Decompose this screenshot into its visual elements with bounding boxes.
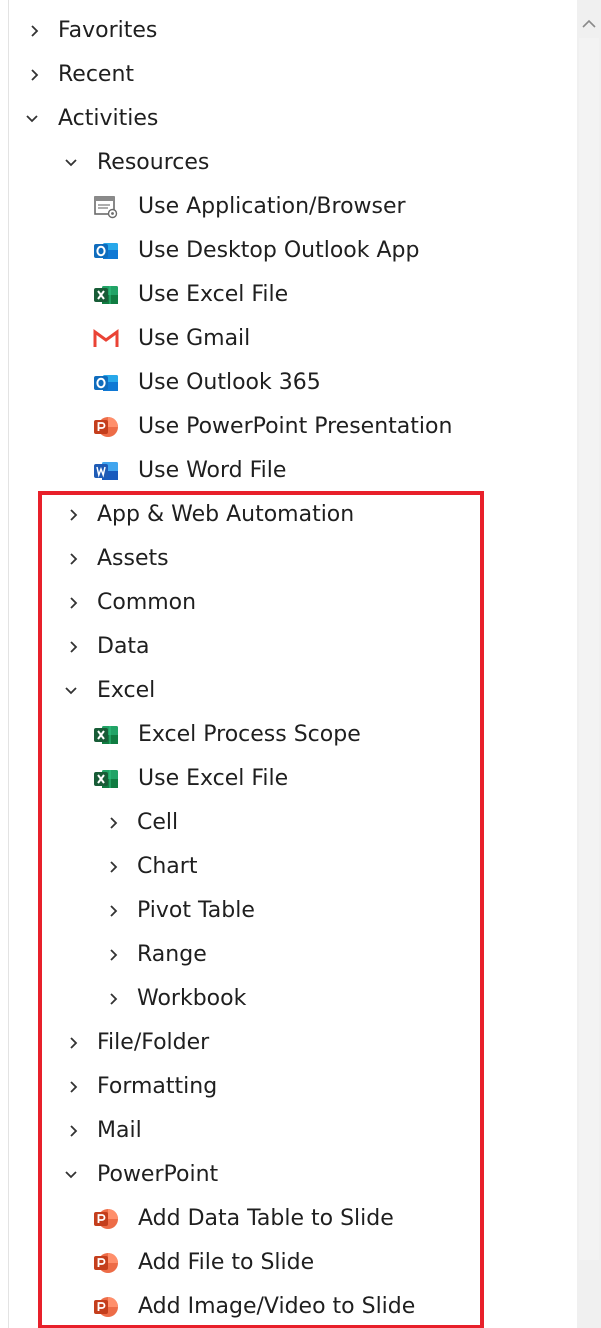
chevron-down-icon[interactable] <box>26 97 58 141</box>
chevron-right-icon[interactable] <box>65 1065 97 1109</box>
activity-label: Add Image/Video to Slide <box>138 1294 416 1319</box>
tree-item-resources[interactable]: Resources <box>0 141 575 185</box>
powerpoint-icon <box>93 414 119 440</box>
tree-item-label: Excel <box>97 678 156 703</box>
chevron-right-icon[interactable] <box>105 801 137 845</box>
activity-label: Use Outlook 365 <box>138 370 321 395</box>
activity-use-outlook-365[interactable]: Use Outlook 365 <box>0 361 575 405</box>
activity-label: Add File to Slide <box>138 1250 315 1275</box>
activity-label: Use Word File <box>138 458 287 483</box>
tree-item-excel-cell[interactable]: Cell <box>0 801 575 845</box>
activity-add-image-video-to-slide[interactable]: Add Image/Video to Slide <box>0 1285 575 1328</box>
tree-item-label: Formatting <box>97 1074 218 1099</box>
chevron-down-icon[interactable] <box>65 669 97 713</box>
chevron-right-icon[interactable] <box>105 889 137 933</box>
activity-label: Use Gmail <box>138 326 251 351</box>
powerpoint-icon <box>93 1206 119 1232</box>
tree-item-app-web-automation[interactable]: App & Web Automation <box>0 493 575 537</box>
chevron-right-icon[interactable] <box>26 9 58 53</box>
chevron-right-icon[interactable] <box>105 845 137 889</box>
chevron-right-icon[interactable] <box>65 625 97 669</box>
activity-use-excel-file[interactable]: Use Excel File <box>0 273 575 317</box>
tree-item-label: Recent <box>58 62 135 87</box>
activity-label: Use PowerPoint Presentation <box>138 414 453 439</box>
chevron-right-icon[interactable] <box>26 53 58 97</box>
activity-label: Add Data Table to Slide <box>138 1206 394 1231</box>
tree-item-recent[interactable]: Recent <box>0 53 575 97</box>
activity-add-file-to-slide[interactable]: Add File to Slide <box>0 1241 575 1285</box>
outlook-icon <box>93 238 119 264</box>
chevron-right-icon[interactable] <box>105 977 137 1021</box>
tree-item-excel-workbook[interactable]: Workbook <box>0 977 575 1021</box>
tree-item-formatting[interactable]: Formatting <box>0 1065 575 1109</box>
activity-use-powerpoint-presentation[interactable]: Use PowerPoint Presentation <box>0 405 575 449</box>
tree-item-favorites[interactable]: Favorites <box>0 9 575 53</box>
activity-label: Use Excel File <box>138 282 289 307</box>
powerpoint-icon <box>93 1294 119 1320</box>
vertical-scrollbar[interactable] <box>577 0 601 1328</box>
tree-item-excel-chart[interactable]: Chart <box>0 845 575 889</box>
chevron-right-icon[interactable] <box>65 493 97 537</box>
tree-item-label: Workbook <box>137 986 247 1011</box>
tree-item-label: Resources <box>97 150 210 175</box>
tree-item-label: File/Folder <box>97 1030 210 1055</box>
activity-label: Excel Process Scope <box>138 722 361 747</box>
tree-item-label: Assets <box>97 546 169 571</box>
tree-item-mail[interactable]: Mail <box>0 1109 575 1153</box>
tree-item-powerpoint[interactable]: PowerPoint <box>0 1153 575 1197</box>
tree-item-label: App & Web Automation <box>97 502 355 527</box>
tree-item-label: Pivot Table <box>137 898 255 923</box>
tree-item-label: Range <box>137 942 207 967</box>
tree-item-file-folder[interactable]: File/Folder <box>0 1021 575 1065</box>
application-browser-icon <box>93 194 119 220</box>
activities-tree: Favorites Recent Activities Resources Us… <box>0 9 575 1328</box>
tree-item-label: Favorites <box>58 18 158 43</box>
excel-icon <box>93 766 119 792</box>
tree-item-excel-range[interactable]: Range <box>0 933 575 977</box>
tree-item-excel-pivot-table[interactable]: Pivot Table <box>0 889 575 933</box>
excel-icon <box>93 722 119 748</box>
excel-icon <box>93 282 119 308</box>
activity-use-desktop-outlook-app[interactable]: Use Desktop Outlook App <box>0 229 575 273</box>
scrollbar-thumb[interactable] <box>579 38 599 1260</box>
chevron-right-icon[interactable] <box>65 581 97 625</box>
tree-item-label: Activities <box>58 106 159 131</box>
tree-item-label: Mail <box>97 1118 142 1143</box>
tree-item-label: Cell <box>137 810 179 835</box>
activity-use-application-browser[interactable]: Use Application/Browser <box>0 185 575 229</box>
chevron-right-icon[interactable] <box>65 1109 97 1153</box>
activity-label: Use Excel File <box>138 766 289 791</box>
tree-item-label: Chart <box>137 854 198 879</box>
tree-item-excel[interactable]: Excel <box>0 669 575 713</box>
tree-item-label: Common <box>97 590 197 615</box>
activity-use-word-file[interactable]: Use Word File <box>0 449 575 493</box>
tree-item-activities[interactable]: Activities <box>0 97 575 141</box>
tree-item-common[interactable]: Common <box>0 581 575 625</box>
powerpoint-icon <box>93 1250 119 1276</box>
gmail-icon <box>93 326 119 352</box>
tree-item-data[interactable]: Data <box>0 625 575 669</box>
tree-item-label: Data <box>97 634 150 659</box>
outlook-icon <box>93 370 119 396</box>
activity-add-data-table-to-slide[interactable]: Add Data Table to Slide <box>0 1197 575 1241</box>
activity-label: Use Desktop Outlook App <box>138 238 420 263</box>
chevron-down-icon[interactable] <box>65 1153 97 1197</box>
activity-excel-use-excel-file[interactable]: Use Excel File <box>0 757 575 801</box>
activity-excel-process-scope[interactable]: Excel Process Scope <box>0 713 575 757</box>
word-icon <box>93 458 119 484</box>
activity-use-gmail[interactable]: Use Gmail <box>0 317 575 361</box>
chevron-right-icon[interactable] <box>105 933 137 977</box>
chevron-right-icon[interactable] <box>65 1021 97 1065</box>
chevron-down-icon[interactable] <box>65 141 97 185</box>
tree-item-label: PowerPoint <box>97 1162 219 1187</box>
tree-item-assets[interactable]: Assets <box>0 537 575 581</box>
chevron-right-icon[interactable] <box>65 537 97 581</box>
activity-label: Use Application/Browser <box>138 194 406 219</box>
scroll-up-arrow-icon[interactable] <box>577 8 601 40</box>
